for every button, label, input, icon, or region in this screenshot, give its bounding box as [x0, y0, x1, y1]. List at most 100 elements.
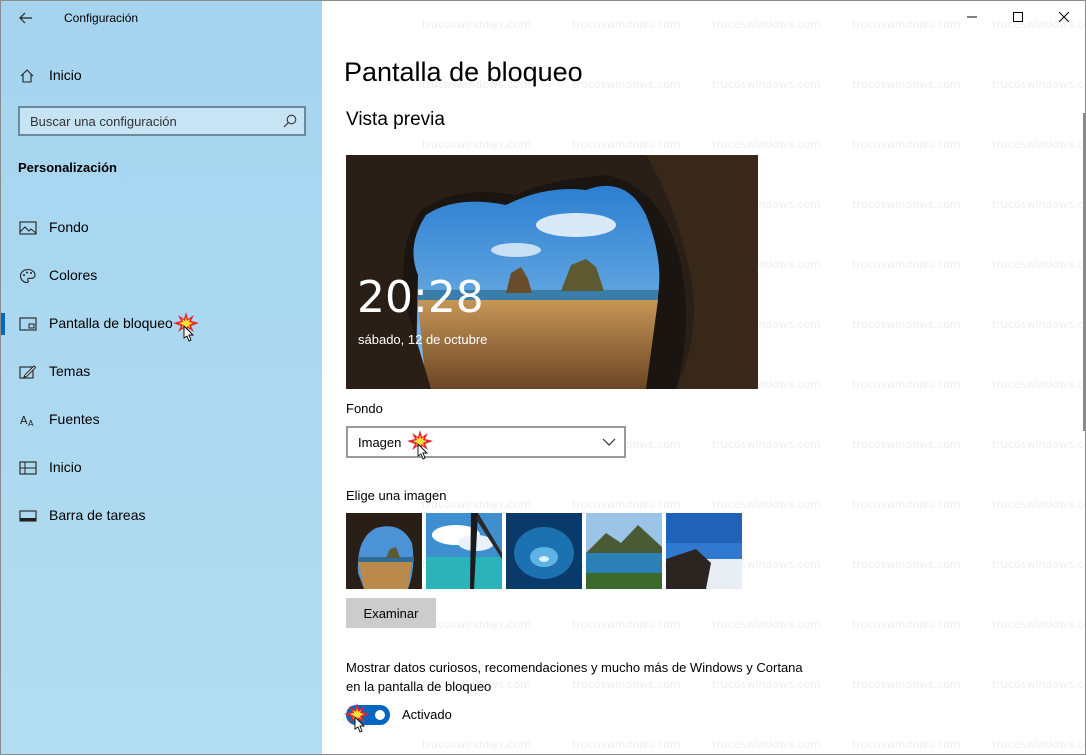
minimize-icon	[967, 16, 977, 18]
page-title: Pantalla de bloqueo	[344, 57, 583, 87]
watermark-text: trucoswindows.com	[852, 558, 961, 571]
background-label: Fondo	[346, 401, 383, 416]
watermark-text: trucoswindows.com	[572, 498, 681, 511]
watermark-text: trucoswindows.com	[852, 198, 961, 211]
close-button[interactable]	[1041, 1, 1085, 33]
palette-icon	[19, 268, 36, 284]
scrollbar[interactable]	[1083, 113, 1085, 431]
image-thumbnails	[346, 513, 742, 589]
home-icon	[20, 69, 34, 83]
watermark-text: trucoswindows.com	[992, 318, 1085, 331]
main-pane: trucoswindows.com trucoswindows.com trucos…	[322, 1, 1085, 754]
svg-text:A: A	[20, 414, 28, 427]
preview-time: 20:28	[357, 272, 484, 323]
sidebar-item-label: Pantalla de bloqueo	[49, 315, 173, 331]
watermark-text: trucoswindows.com	[992, 198, 1085, 211]
maximize-button[interactable]	[995, 1, 1041, 33]
watermark-text: trucoswindows.com	[992, 378, 1085, 391]
watermark-text: trucoswindows.com	[852, 678, 961, 691]
watermark-text: trucoswindows.com	[712, 618, 821, 631]
tips-description: Mostrar datos curiosos, recomendaciones …	[346, 660, 803, 694]
maximize-icon	[1013, 12, 1023, 22]
watermark-text: trucoswindows.com	[852, 258, 961, 271]
ice-cave-thumb[interactable]	[506, 513, 582, 589]
watermark-text: trucoswindows.com	[992, 78, 1085, 91]
home-link[interactable]: Inicio	[1, 61, 322, 89]
title-bar-left: Configuración	[1, 1, 322, 35]
watermark-text: trucoswindows.com	[572, 738, 681, 751]
watermark-text: trucoswindows.com	[572, 18, 681, 31]
choose-image-label: Elige una imagen	[346, 488, 447, 503]
watermark-text: trucoswindows.com	[422, 738, 531, 751]
lock-screen-preview: 20:28 sábado, 12 de octubre	[346, 155, 758, 389]
watermark-text: trucoswindows.com	[852, 738, 961, 751]
watermark-text: trucoswindows.com	[712, 78, 821, 91]
search-icon[interactable]	[282, 113, 298, 129]
sidebar-item-label: Colores	[49, 267, 98, 283]
cave-beach-thumb[interactable]	[346, 513, 422, 589]
background-dropdown-value: Imagen	[358, 435, 402, 450]
section-title: Personalización	[18, 160, 117, 175]
watermark-text: trucoswindows.com	[852, 18, 961, 31]
preview-title: Vista previa	[346, 109, 445, 130]
watermark-text: trucoswindows.com	[712, 738, 821, 751]
tips-toggle-state: Activado	[402, 707, 452, 722]
mountain-lake-thumb[interactable]	[586, 513, 662, 589]
watermark-text: trucoswindows.com	[852, 618, 961, 631]
watermark-text: trucoswindows.com	[992, 678, 1085, 691]
watermark-text: trucoswindows.com	[712, 138, 821, 151]
sidebar-item-label: Inicio	[49, 459, 82, 475]
watermark-text: trucoswindows.com	[852, 498, 961, 511]
sidebar-item-label: Fuentes	[49, 411, 100, 427]
chevron-down-icon	[602, 438, 616, 446]
tips-toggle[interactable]	[346, 705, 390, 725]
watermark-text: trucoswindows.com	[852, 438, 961, 451]
sidebar-item-temas[interactable]: Temas	[1, 350, 322, 398]
sidebar: Configuración Inicio Personalización Fon…	[1, 1, 322, 754]
watermark-text: trucoswindows.com	[852, 378, 961, 391]
sidebar-item-fuentes[interactable]: AA Fuentes	[1, 398, 322, 446]
picture-icon	[19, 221, 37, 235]
search-input[interactable]	[20, 108, 270, 134]
start-icon	[19, 461, 37, 475]
watermark-text: trucoswindows.com	[852, 138, 961, 151]
sidebar-item-label: Temas	[49, 363, 91, 379]
coast-horizon-thumb[interactable]	[666, 513, 742, 589]
watermark-text: trucoswindows.com	[712, 18, 821, 31]
back-button[interactable]	[13, 7, 39, 29]
watermark-text: trucoswindows.com	[572, 78, 681, 91]
active-indicator	[1, 313, 5, 335]
watermark-text: trucoswindows.com	[422, 138, 531, 151]
toggle-knob	[375, 710, 385, 720]
window-controls	[949, 1, 1085, 33]
watermark-text: trucoswindows.com	[712, 498, 821, 511]
watermark-text: trucoswindows.com	[992, 438, 1085, 451]
window-sea-thumb[interactable]	[426, 513, 502, 589]
preview-date: sábado, 12 de octubre	[358, 332, 488, 347]
watermark-text: trucoswindows.com	[992, 618, 1085, 631]
sidebar-item-label: Fondo	[49, 219, 89, 235]
sidebar-item-label: Barra de tareas	[49, 507, 146, 523]
sidebar-item-barra-de-tareas[interactable]: Barra de tareas	[1, 494, 322, 542]
minimize-button[interactable]	[949, 1, 995, 33]
sidebar-item-pantalla-de-bloqueo[interactable]: Pantalla de bloqueo	[1, 302, 322, 350]
watermark-text: trucoswindows.com	[992, 138, 1085, 151]
home-label: Inicio	[49, 67, 82, 83]
search-box	[18, 106, 306, 136]
background-dropdown[interactable]: Imagen	[346, 426, 626, 458]
lock-screen-icon	[19, 317, 37, 331]
fonts-icon: AA	[20, 414, 34, 428]
svg-text:A: A	[28, 419, 34, 428]
watermark-text: trucoswindows.com	[992, 498, 1085, 511]
watermark-text: trucoswindows.com	[852, 318, 961, 331]
watermark-text: trucoswindows.com	[422, 18, 531, 31]
close-icon	[1059, 12, 1069, 22]
watermark-text: trucoswindows.com	[992, 558, 1085, 571]
sidebar-item-inicio[interactable]: Inicio	[1, 446, 322, 494]
themes-icon	[19, 365, 37, 379]
sidebar-item-colores[interactable]: Colores	[1, 254, 322, 302]
browse-button[interactable]: Examinar	[346, 598, 436, 628]
sidebar-item-fondo[interactable]: Fondo	[1, 206, 322, 254]
watermark-text: trucoswindows.com	[712, 438, 821, 451]
watermark-text: trucoswindows.com	[572, 138, 681, 151]
